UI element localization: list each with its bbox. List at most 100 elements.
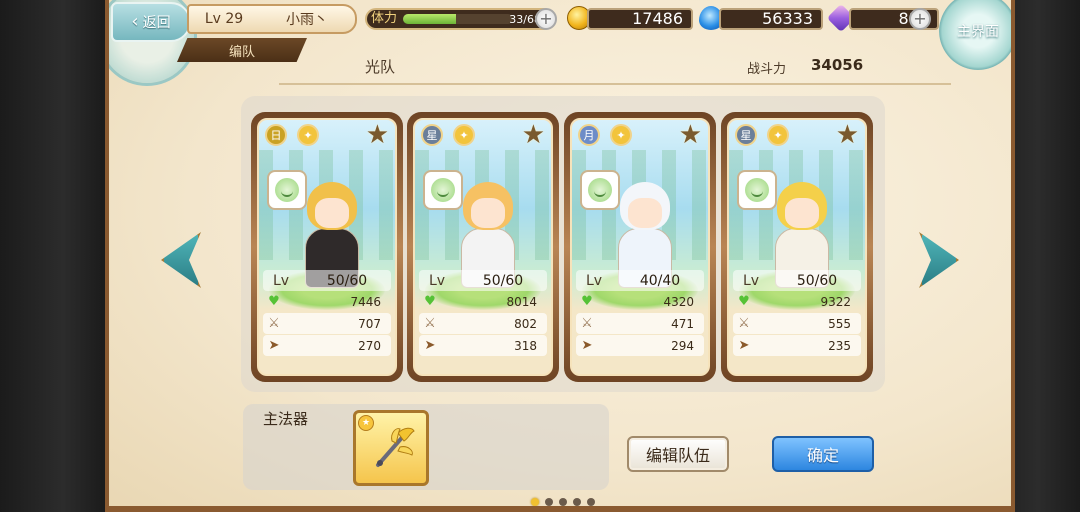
- level-value: 50/60: [326, 272, 368, 289]
- stat-block: Lv 50/60 ♥ 8014 ⚔ 802 ➤ 318: [419, 270, 547, 356]
- edit-team-button[interactable]: 编辑队伍: [627, 436, 729, 472]
- page-dot: [587, 498, 595, 506]
- character-card[interactable]: 日 ✦ ★ Lv 50/60 ♥ 7446 ⚔ 707 ➤ 270: [251, 112, 403, 382]
- confirm-label: 确定: [806, 446, 839, 465]
- hp-value: 4320: [663, 294, 694, 309]
- card-art: 星 ✦ ★ Lv 50/60 ♥ 9322 ⚔ 555 ➤ 235: [727, 118, 867, 376]
- character-face: [471, 198, 505, 228]
- smile-face-icon: [431, 178, 455, 202]
- sword-artifact-icon: [376, 427, 415, 467]
- page-dot: [573, 498, 581, 506]
- heart-icon: ♥: [424, 294, 436, 309]
- stat-block: Lv 50/60 ♥ 9322 ⚔ 555 ➤ 235: [733, 270, 861, 356]
- element-label: 星: [426, 129, 438, 142]
- sword-icon: ⚔: [424, 316, 436, 331]
- heart-icon: ♥: [581, 294, 593, 309]
- stamina-bar: 体力 33/68: [365, 8, 555, 30]
- boot-icon: ➤: [268, 338, 280, 353]
- add-gems-button[interactable]: +: [909, 8, 931, 30]
- arrow-left-icon: [161, 232, 201, 288]
- stamina-fill: [403, 14, 457, 24]
- edit-team-label: 编辑队伍: [645, 446, 710, 465]
- smile-face-icon: [745, 178, 769, 202]
- attack-value: 802: [514, 316, 537, 331]
- artifact-slot[interactable]: ★: [353, 410, 429, 486]
- speed-row: ➤ 318: [419, 335, 547, 356]
- speed-value: 235: [828, 338, 851, 353]
- sword-icon: ⚔: [581, 316, 593, 331]
- class-icon: ✦: [767, 124, 789, 146]
- element-icon: 星: [735, 124, 757, 146]
- stat-block: Lv 40/40 ♥ 4320 ⚔ 471 ➤ 294: [576, 270, 704, 356]
- element-icon: 日: [265, 124, 287, 146]
- element-icon: 月: [578, 124, 600, 146]
- panel-bottom-edge: [109, 506, 1011, 512]
- attack-row: ⚔ 707: [263, 313, 391, 334]
- level-label: Lv: [586, 272, 603, 289]
- power-value: 34056: [811, 56, 864, 74]
- attack-row: ⚔ 555: [733, 313, 861, 334]
- star-rank-icon: ★: [365, 120, 389, 150]
- stamina-track: [403, 14, 513, 24]
- character-card[interactable]: 星 ✦ ★ Lv 50/60 ♥ 8014 ⚔ 802 ➤ 318: [407, 112, 559, 382]
- element-label: 月: [583, 129, 595, 142]
- player-plate: Lv 29 小雨丶: [187, 4, 357, 34]
- card-art: 月 ✦ ★ Lv 40/40 ♥ 4320 ⚔ 471 ➤ 294: [570, 118, 710, 376]
- hp-row: ♥ 8014: [419, 291, 547, 312]
- formation-tab: 编队: [177, 38, 307, 62]
- chevron-left-icon: ‹: [131, 11, 139, 32]
- add-stamina-button[interactable]: +: [535, 8, 557, 30]
- character-card[interactable]: 月 ✦ ★ Lv 40/40 ♥ 4320 ⚔ 471 ➤ 294: [564, 112, 716, 382]
- level-value: 50/60: [796, 272, 838, 289]
- player-name: 小雨丶: [286, 12, 328, 28]
- arrow-right-icon: [919, 232, 959, 288]
- level-row: Lv 50/60: [419, 270, 547, 291]
- level-value: 50/60: [482, 272, 524, 289]
- speed-value: 294: [671, 338, 694, 353]
- character-face: [628, 198, 662, 228]
- heart-icon: ♥: [738, 294, 750, 309]
- boot-icon: ➤: [581, 338, 593, 353]
- speed-row: ➤ 270: [263, 335, 391, 356]
- confirm-button[interactable]: 确定: [772, 436, 874, 472]
- element-label: 星: [740, 129, 752, 142]
- boot-icon: ➤: [738, 338, 750, 353]
- player-level: Lv 29: [204, 11, 244, 27]
- attack-value: 555: [828, 316, 851, 331]
- left-margin: [0, 0, 105, 512]
- sword-icon: ⚔: [738, 316, 750, 331]
- home-label: 主界面: [957, 24, 999, 40]
- speed-value: 270: [358, 338, 381, 353]
- hp-value: 8014: [506, 294, 537, 309]
- page-dot: [531, 498, 539, 506]
- level-row: Lv 50/60: [733, 270, 861, 291]
- page-indicator: [531, 498, 595, 506]
- class-icon: ✦: [610, 124, 632, 146]
- formation-tab-label: 编队: [228, 44, 255, 60]
- class-icon: ✦: [453, 124, 475, 146]
- back-label: 返回: [142, 15, 171, 31]
- card-art: 日 ✦ ★ Lv 50/60 ♥ 7446 ⚔ 707 ➤ 270: [257, 118, 397, 376]
- next-team-arrow[interactable]: [919, 232, 959, 288]
- star-rank-icon: ★: [835, 120, 859, 150]
- element-label: 日: [270, 129, 282, 142]
- level-value: 40/40: [639, 272, 681, 289]
- character-card[interactable]: 星 ✦ ★ Lv 50/60 ♥ 9322 ⚔ 555 ➤ 235: [721, 112, 873, 382]
- sword-icon: ⚔: [268, 316, 280, 331]
- stamina-label: 体力: [371, 11, 398, 26]
- home-button[interactable]: 主界面: [939, 0, 1011, 70]
- class-icon: ✦: [297, 124, 319, 146]
- speed-value: 318: [514, 338, 537, 353]
- back-button[interactable]: ‹ 返回: [111, 2, 191, 42]
- hp-row: ♥ 9322: [733, 291, 861, 312]
- artifact-panel: 主法器 ★: [243, 404, 609, 490]
- prev-team-arrow[interactable]: [161, 232, 201, 288]
- team-name: 光队: [365, 58, 396, 76]
- hp-row: ♥ 7446: [263, 291, 391, 312]
- hp-row: ♥ 4320: [576, 291, 704, 312]
- card-art: 星 ✦ ★ Lv 50/60 ♥ 8014 ⚔ 802 ➤ 318: [413, 118, 553, 376]
- level-label: Lv: [273, 272, 290, 289]
- attack-value: 471: [671, 316, 694, 331]
- soul-amount: 56333: [719, 8, 823, 30]
- star-rank-icon: ★: [678, 120, 702, 150]
